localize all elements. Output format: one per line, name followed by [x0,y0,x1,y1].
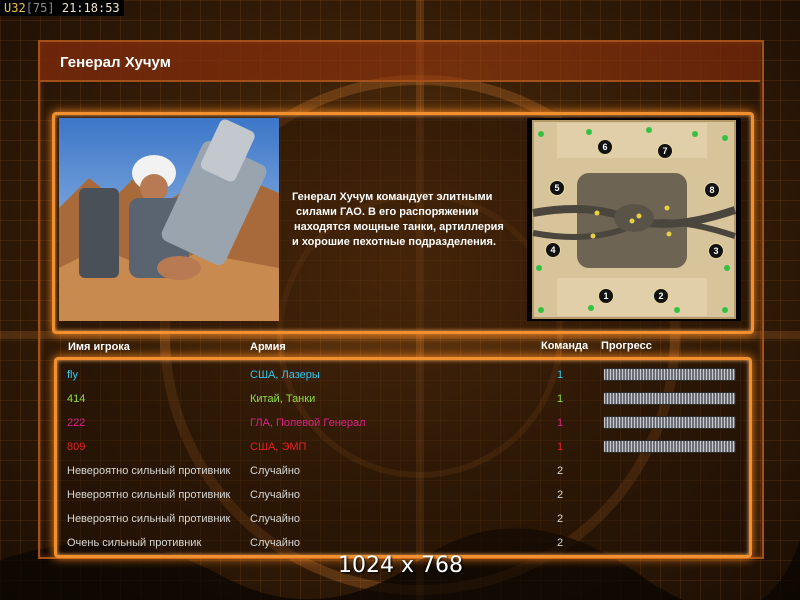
player-team: 1 [557,369,564,381]
player-name: 414 [67,393,86,405]
player-team: 1 [557,441,564,453]
map-start-marker: 3 [708,243,724,259]
description-line: находятся мощные танки, артиллерия [294,221,504,233]
description-line: Генерал Хучум командует элитными [292,191,493,203]
player-name: Очень сильный противник [67,537,202,549]
player-army: Случайно [250,513,301,525]
player-army: ГЛА, Полевой Генерал [250,417,366,429]
player-name: Невероятно сильный противник [67,465,231,477]
player-army: Случайно [250,465,301,477]
map-start-marker: 6 [597,139,613,155]
description-line: и хорошие пехотные подразделения. [292,236,497,248]
column-header-team: Команда [541,340,589,352]
player-army: Случайно [250,489,301,501]
status-count: 32 [11,1,26,15]
player-row[interactable]: fly США, Лазеры 1 [0,368,800,392]
player-name: Невероятно сильный противник [67,513,231,525]
map-start-marker: 5 [549,180,565,196]
player-team: 2 [557,489,564,501]
player-name: 809 [67,441,86,453]
player-row[interactable]: 809 США, ЭМП 1 [0,440,800,464]
player-army: Случайно [250,537,301,549]
map-start-marker: 7 [657,143,673,159]
map-start-marker: 4 [545,242,561,258]
map-start-marker: 2 [653,288,669,304]
column-header-army: Армия [250,341,286,353]
status-max: 75 [32,1,48,15]
player-team: 1 [557,393,564,405]
description-line: силами ГАО. В его распоряжении [296,206,479,218]
player-row[interactable]: Невероятно сильный противник Случайно 2 [0,488,800,512]
player-team: 2 [557,465,564,477]
status-time: 21:18:53 [61,1,120,15]
general-description: Генерал Хучум командует элитными силами … [292,190,522,250]
player-name: Невероятно сильный противник [67,489,231,501]
general-portrait [59,118,279,321]
player-row[interactable]: Невероятно сильный противник Случайно 2 [0,512,800,536]
map-start-marker: 1 [598,288,614,304]
player-row[interactable]: 414 Китай, Танки 1 [0,392,800,416]
player-progress-bar [603,440,736,453]
player-army: США, Лазеры [250,369,320,381]
player-army: США, ЭМП [250,441,307,453]
player-row[interactable]: Невероятно сильный противник Случайно 2 [0,464,800,488]
player-progress-bar [603,368,736,381]
player-team: 1 [557,417,564,429]
player-progress-bar [603,416,736,429]
map-preview [527,118,741,321]
player-name: fly [67,369,78,381]
player-row[interactable]: 222 ГЛА, Полевой Генерал 1 [0,416,800,440]
player-progress-bar [603,392,736,405]
page-title: Генерал Хучум [60,54,171,71]
status-bar: U32[75] 21:18:53 [0,0,124,16]
column-header-name: Имя игрока [68,341,130,353]
column-header-progress: Прогресс [601,340,652,352]
resolution-label: 1024 x 768 [338,553,463,578]
map-start-marker: 8 [704,182,720,198]
player-team: 2 [557,537,564,549]
player-team: 2 [557,513,564,525]
player-name: 222 [67,417,86,429]
player-army: Китай, Танки [250,393,316,405]
